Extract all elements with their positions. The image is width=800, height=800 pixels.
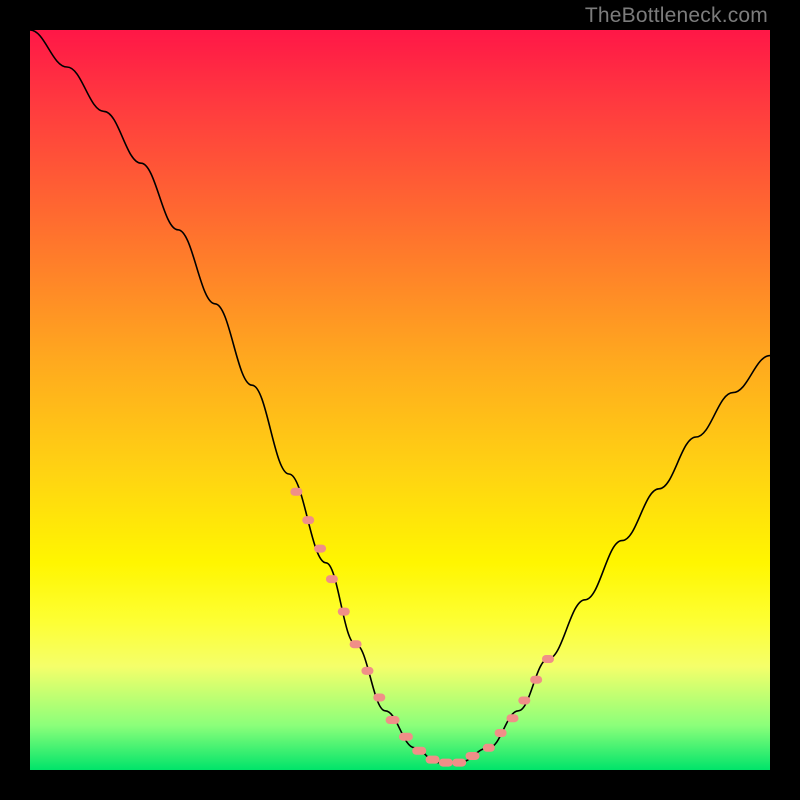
watermark-text: TheBottleneck.com (585, 4, 768, 28)
plot-area (30, 30, 770, 770)
highlight-dots-flat (386, 716, 480, 767)
bottleneck-curve-svg (30, 30, 770, 770)
highlight-dots-right (483, 655, 554, 752)
chart-frame: TheBottleneck.com (0, 0, 800, 800)
highlight-dots-left (290, 488, 385, 702)
curve-path (30, 30, 770, 763)
